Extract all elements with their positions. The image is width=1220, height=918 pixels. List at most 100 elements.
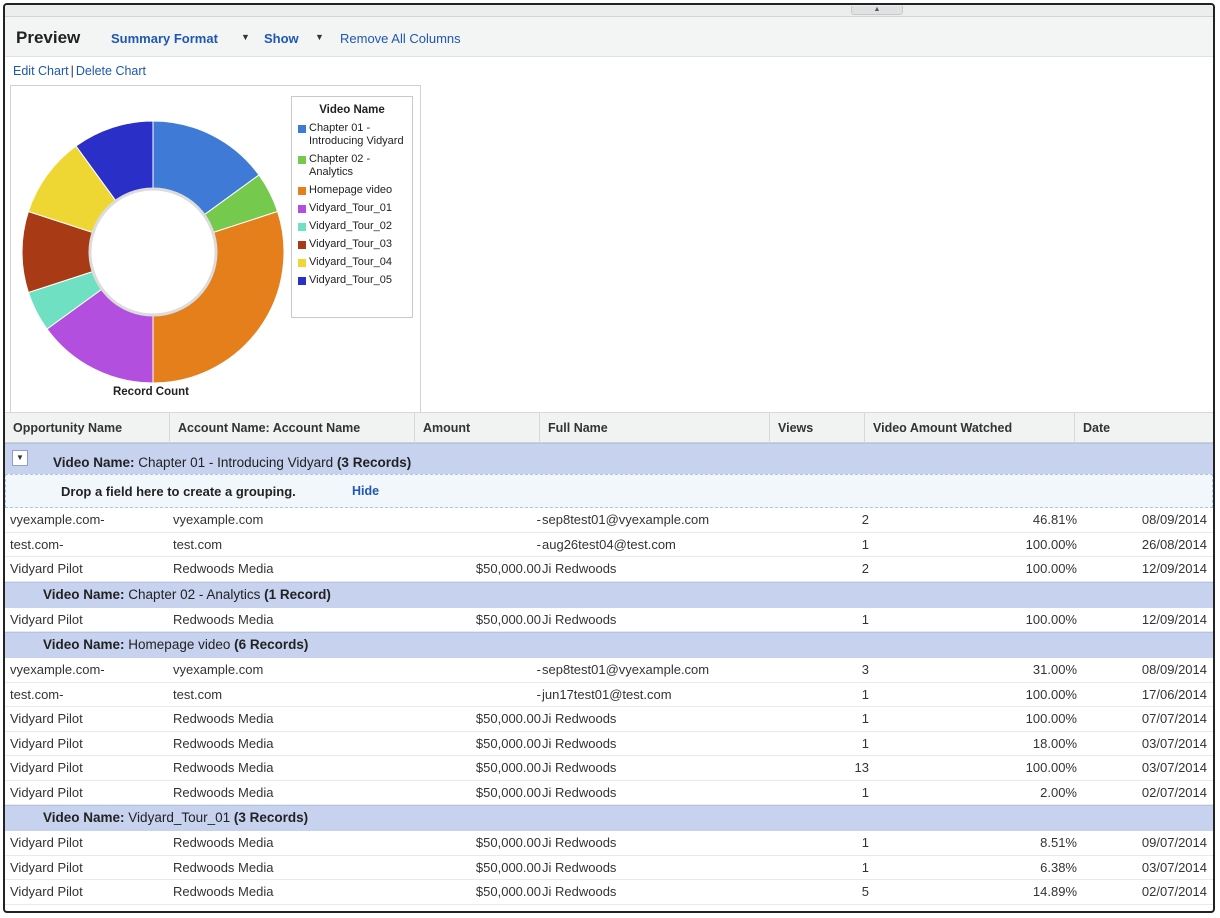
date-cell: 26/08/2014 <box>1141 536 1207 552</box>
date-cell: 02/07/2014 <box>1141 784 1207 800</box>
date-cell: 08/09/2014 <box>1141 662 1207 677</box>
drop-zone-message: Drop a field here to create a grouping. <box>61 484 296 499</box>
views-cell: 1 <box>861 711 869 726</box>
edit-chart-link[interactable]: Edit Chart <box>13 64 69 78</box>
date-cell: 12/09/2014 <box>1141 611 1207 627</box>
views-cell: 1 <box>861 859 869 875</box>
donut-chart <box>21 120 285 384</box>
opportunity-name-cell: Vidyard Pilot <box>10 711 83 726</box>
legend-label: Vidyard_Tour_04 <box>309 256 392 268</box>
account-name-cell: Redwoods Media <box>173 711 274 726</box>
col-full-name[interactable]: Full Name <box>540 413 770 443</box>
collapse-panel-handle[interactable]: ▲ <box>851 6 903 15</box>
views-cell: 1 <box>861 735 869 751</box>
group-header: Video Name: Vidyard_Tour_01 (3 Records) <box>5 805 1213 831</box>
group-header: Video Name: Homepage video (6 Records) <box>5 632 1213 658</box>
legend-item: Vidyard_Tour_04 <box>298 256 406 269</box>
account-name-cell: vyexample.com <box>173 512 264 527</box>
summary-format-button[interactable]: Summary Format <box>111 31 218 46</box>
amount-cell: - <box>536 686 541 702</box>
show-dropdown-icon[interactable]: ▼ <box>315 32 324 42</box>
amount-cell: $50,000.00 <box>475 784 541 800</box>
hide-drop-zone-link[interactable]: Hide <box>352 484 379 498</box>
full-name-cell: Ji Redwoods <box>542 859 617 875</box>
delete-chart-link[interactable]: Delete Chart <box>76 64 146 78</box>
legend-swatch <box>298 223 306 231</box>
table-row: vyexample.com-vyexample.com - sep8test01@v… <box>5 658 1213 683</box>
account-name-cell: vyexample.com <box>173 662 264 677</box>
legend-item: Vidyard_Tour_05 <box>298 274 406 287</box>
group-key: Video Name: <box>43 810 125 825</box>
col-amount[interactable]: Amount <box>415 413 540 443</box>
report-table: Opportunity Name Account Name: Account N… <box>5 412 1213 905</box>
opportunity-name-cell: test.com- <box>10 686 64 702</box>
legend-label: Vidyard_Tour_05 <box>309 274 392 286</box>
opportunity-name-cell: test.com- <box>10 536 64 552</box>
opportunity-name-cell: Vidyard Pilot <box>10 784 83 800</box>
group-header: Video Name: Chapter 02 - Analytics (1 Re… <box>5 581 1213 608</box>
opportunity-name-cell: vyexample.com- <box>10 512 105 527</box>
group-label: Video Name: Homepage video (6 Records) <box>43 637 308 652</box>
legend-label: Chapter 02 - Analytics <box>309 153 371 178</box>
group-collapse-icon[interactable]: ▼ <box>12 450 28 466</box>
chart-links: Edit Chart | Delete Chart <box>13 64 146 78</box>
date-cell: 03/07/2014 <box>1141 859 1207 875</box>
top-strip: ▲ <box>5 5 1213 17</box>
group-header: ▼ Video Name: Chapter 01 - Introducing Vi… <box>5 443 1213 474</box>
amount-cell: $50,000.00 <box>475 735 541 751</box>
col-account-name[interactable]: Account Name: Account Name <box>170 413 415 443</box>
amount-watched-cell: 14.89% <box>1032 884 1077 899</box>
amount-cell: $50,000.00 <box>475 760 541 775</box>
amount-cell: - <box>536 536 541 552</box>
amount-cell: $50,000.00 <box>475 835 541 850</box>
amount-cell: $50,000.00 <box>475 561 541 576</box>
account-name-cell: Redwoods Media <box>173 859 274 875</box>
table-row: vyexample.com-vyexample.com - sep8test01@v… <box>5 508 1213 533</box>
account-name-cell: Redwoods Media <box>173 784 274 800</box>
legend-label: Vidyard_Tour_03 <box>309 238 392 250</box>
chart-legend: Video Name Chapter 01 - Introducing Vidy… <box>291 96 413 318</box>
donut-slice-2[interactable] <box>152 210 285 384</box>
account-name-cell: Redwoods Media <box>173 884 274 899</box>
table-row: Vidyard Pilot Redwoods Media $50,000.00 Ji … <box>5 608 1213 632</box>
group-count: (3 Records) <box>233 810 309 825</box>
amount-watched-cell: 18.00% <box>1032 735 1077 751</box>
table-row: Vidyard Pilot Redwoods Media $50,000.00 Ji … <box>5 856 1213 880</box>
amount-cell: $50,000.00 <box>475 611 541 627</box>
group-key: Video Name: <box>53 455 135 470</box>
opportunity-name-cell: Vidyard Pilot <box>10 561 83 576</box>
col-date[interactable]: Date <box>1075 413 1213 443</box>
col-opportunity-name[interactable]: Opportunity Name <box>5 413 170 443</box>
full-name-cell: jun17test01@test.com <box>542 686 672 702</box>
views-cell: 13 <box>854 760 869 775</box>
summary-format-dropdown-icon[interactable]: ▼ <box>241 32 250 42</box>
legend-label: Chapter 01 - Introducing Vidyard <box>309 122 404 147</box>
amount-watched-cell: 100.00% <box>1025 561 1077 576</box>
date-cell: 03/07/2014 <box>1141 735 1207 751</box>
show-button[interactable]: Show <box>264 31 299 46</box>
views-cell: 1 <box>861 536 869 552</box>
date-cell: 07/07/2014 <box>1141 711 1207 726</box>
remove-all-columns-link[interactable]: Remove All Columns <box>340 31 461 46</box>
views-cell: 1 <box>861 784 869 800</box>
amount-watched-cell: 2.00% <box>1040 784 1077 800</box>
group-value: Chapter 01 - Introducing Vidyard <box>138 455 334 470</box>
full-name-cell: Ji Redwoods <box>542 835 617 850</box>
col-video-amount-watched[interactable]: Video Amount Watched <box>865 413 1075 443</box>
legend-item: Vidyard_Tour_01 <box>298 202 406 215</box>
col-views[interactable]: Views <box>770 413 865 443</box>
full-name-cell: sep8test01@vyexample.com <box>542 662 710 677</box>
full-name-cell: aug26test04@test.com <box>542 536 676 552</box>
preview-toolbar: Preview Summary Format ▼ Show ▼ Remove A… <box>5 17 1213 57</box>
full-name-cell: Ji Redwoods <box>542 611 617 627</box>
full-name-cell: Ji Redwoods <box>542 884 617 899</box>
legend-swatch <box>298 259 306 267</box>
amount-cell: $50,000.00 <box>475 711 541 726</box>
group-key: Video Name: <box>43 586 125 602</box>
grouping-drop-zone[interactable]: Drop a field here to create a grouping. H… <box>5 474 1213 508</box>
account-name-cell: Redwoods Media <box>173 760 274 775</box>
group-label: Video Name: Chapter 01 - Introducing Vid… <box>53 455 411 470</box>
account-name-cell: test.com <box>173 536 223 552</box>
legend-item: Chapter 01 - Introducing Vidyard <box>298 122 406 148</box>
full-name-cell: Ji Redwoods <box>542 561 617 576</box>
